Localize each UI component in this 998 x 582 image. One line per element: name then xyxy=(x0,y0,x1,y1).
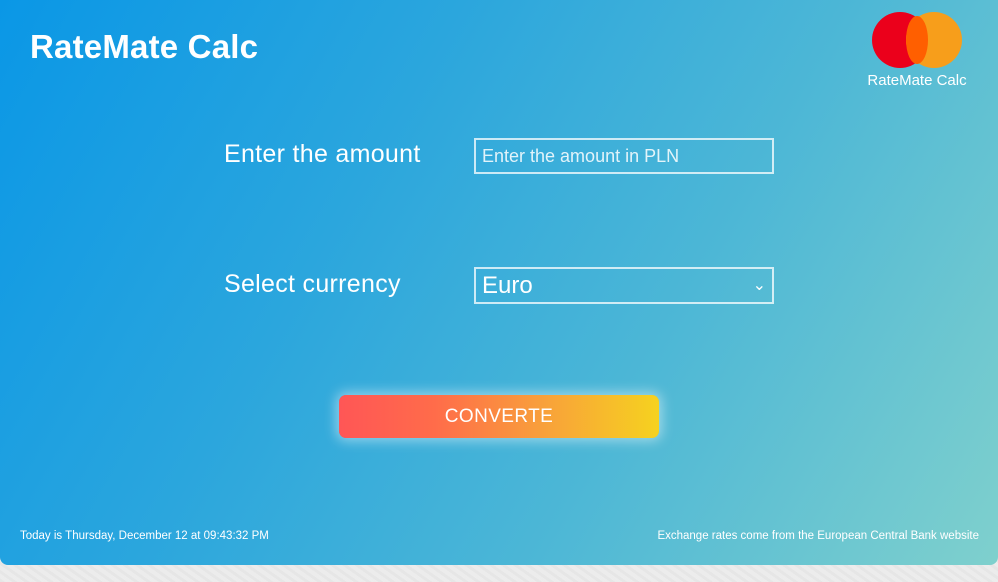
currency-select[interactable]: Euro ⌄ xyxy=(474,267,774,304)
current-date-text: Today is Thursday, December 12 at 09:43:… xyxy=(20,530,269,542)
app-title: RateMate Calc xyxy=(30,28,259,65)
logo-circles-icon xyxy=(872,12,964,70)
currency-selected-value: Euro xyxy=(482,272,533,299)
logo-overlap xyxy=(906,16,928,64)
convert-button[interactable]: CONVERTE xyxy=(339,395,659,438)
currency-label: Select currency xyxy=(224,270,401,298)
logo-caption: RateMate Calc xyxy=(867,72,967,89)
brand-logo: RateMate Calc xyxy=(862,10,972,92)
chevron-down-icon: ⌄ xyxy=(752,277,766,294)
amount-label: Enter the amount xyxy=(224,140,421,168)
amount-input[interactable] xyxy=(474,138,774,174)
calculator-card: RateMate Calc RateMate Calc Enter the am… xyxy=(0,0,998,565)
rates-source-text: Exchange rates come from the European Ce… xyxy=(657,530,979,542)
